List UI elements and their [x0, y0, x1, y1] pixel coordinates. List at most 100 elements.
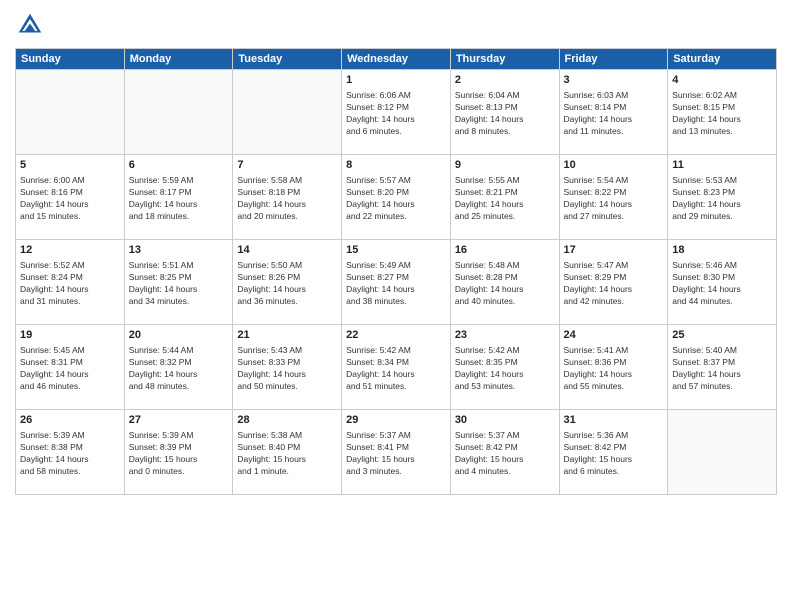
- day-number: 16: [455, 243, 555, 258]
- calendar-cell: 20 Sunrise: 5:44 AM Sunset: 8:32 PM Dayli…: [124, 325, 233, 410]
- calendar-cell: 8 Sunrise: 5:57 AM Sunset: 8:20 PM Daylig…: [342, 155, 451, 240]
- day-info: Sunrise: 5:57 AM Sunset: 8:20 PM Dayligh…: [346, 175, 446, 223]
- weekday-header-row: SundayMondayTuesdayWednesdayThursdayFrid…: [16, 49, 777, 70]
- day-info: Sunrise: 5:54 AM Sunset: 8:22 PM Dayligh…: [564, 175, 664, 223]
- calendar-cell: 19Sunrise: 5:45 AM Sunset: 8:31 PM Dayli…: [16, 325, 125, 410]
- day-info: Sunrise: 5:42 AM Sunset: 8:34 PM Dayligh…: [346, 345, 446, 393]
- calendar: SundayMondayTuesdayWednesdayThursdayFrid…: [15, 48, 777, 495]
- day-info: Sunrise: 5:36 AM Sunset: 8:42 PM Dayligh…: [564, 430, 664, 478]
- day-number: 26: [20, 413, 120, 428]
- day-info: Sunrise: 5:37 AM Sunset: 8:41 PM Dayligh…: [346, 430, 446, 478]
- day-info: Sunrise: 5:42 AM Sunset: 8:35 PM Dayligh…: [455, 345, 555, 393]
- calendar-cell: 4Sunrise: 6:02 AM Sunset: 8:15 PM Daylig…: [668, 70, 777, 155]
- day-number: 25: [672, 328, 772, 343]
- day-number: 20: [129, 328, 229, 343]
- calendar-week-5: 26 Sunrise: 5:39 AM Sunset: 8:38 PM Dayli…: [16, 410, 777, 495]
- day-info: Sunrise: 5:58 AM Sunset: 8:18 PM Dayligh…: [237, 175, 337, 223]
- day-number: 23: [455, 328, 555, 343]
- day-info: Sunrise: 5:46 AM Sunset: 8:30 PM Dayligh…: [672, 260, 772, 308]
- day-info: Sunrise: 5:48 AM Sunset: 8:28 PM Dayligh…: [455, 260, 555, 308]
- day-info: Sunrise: 6:02 AM Sunset: 8:15 PM Dayligh…: [672, 90, 772, 138]
- calendar-week-2: 5 Sunrise: 6:00 AM Sunset: 8:16 PM Daylig…: [16, 155, 777, 240]
- day-info: Sunrise: 5:55 AM Sunset: 8:21 PM Dayligh…: [455, 175, 555, 223]
- day-number: 31: [564, 413, 664, 428]
- calendar-cell: 1 Sunrise: 6:06 AM Sunset: 8:12 PM Daylig…: [342, 70, 451, 155]
- weekday-header-tuesday: Tuesday: [233, 49, 342, 70]
- day-number: 18: [672, 243, 772, 258]
- day-number: 29: [346, 413, 446, 428]
- page: SundayMondayTuesdayWednesdayThursdayFrid…: [0, 0, 792, 612]
- day-number: 21: [237, 328, 337, 343]
- calendar-cell: [124, 70, 233, 155]
- day-info: Sunrise: 5:53 AM Sunset: 8:23 PM Dayligh…: [672, 175, 772, 223]
- weekday-header-thursday: Thursday: [450, 49, 559, 70]
- calendar-cell: 25Sunrise: 5:40 AM Sunset: 8:37 PM Dayli…: [668, 325, 777, 410]
- logo-icon: [15, 10, 45, 40]
- calendar-cell: 10 Sunrise: 5:54 AM Sunset: 8:22 PM Dayli…: [559, 155, 668, 240]
- calendar-cell: 26 Sunrise: 5:39 AM Sunset: 8:38 PM Dayli…: [16, 410, 125, 495]
- weekday-header-saturday: Saturday: [668, 49, 777, 70]
- day-number: 30: [455, 413, 555, 428]
- weekday-header-friday: Friday: [559, 49, 668, 70]
- day-number: 6: [129, 158, 229, 173]
- weekday-header-wednesday: Wednesday: [342, 49, 451, 70]
- day-number: 3: [564, 73, 664, 88]
- calendar-cell: 24Sunrise: 5:41 AM Sunset: 8:36 PM Dayli…: [559, 325, 668, 410]
- calendar-cell: 12 Sunrise: 5:52 AM Sunset: 8:24 PM Dayli…: [16, 240, 125, 325]
- calendar-cell: 2Sunrise: 6:04 AM Sunset: 8:13 PM Daylig…: [450, 70, 559, 155]
- day-info: Sunrise: 5:50 AM Sunset: 8:26 PM Dayligh…: [237, 260, 337, 308]
- day-info: Sunrise: 6:03 AM Sunset: 8:14 PM Dayligh…: [564, 90, 664, 138]
- calendar-week-1: 1 Sunrise: 6:06 AM Sunset: 8:12 PM Daylig…: [16, 70, 777, 155]
- calendar-cell: 3 Sunrise: 6:03 AM Sunset: 8:14 PM Daylig…: [559, 70, 668, 155]
- calendar-cell: 22 Sunrise: 5:42 AM Sunset: 8:34 PM Dayli…: [342, 325, 451, 410]
- day-number: 10: [564, 158, 664, 173]
- calendar-cell: [668, 410, 777, 495]
- calendar-cell: 13Sunrise: 5:51 AM Sunset: 8:25 PM Dayli…: [124, 240, 233, 325]
- calendar-cell: 28 Sunrise: 5:38 AM Sunset: 8:40 PM Dayli…: [233, 410, 342, 495]
- day-number: 5: [20, 158, 120, 173]
- weekday-header-sunday: Sunday: [16, 49, 125, 70]
- calendar-cell: 15 Sunrise: 5:49 AM Sunset: 8:27 PM Dayli…: [342, 240, 451, 325]
- calendar-cell: [16, 70, 125, 155]
- calendar-cell: 17 Sunrise: 5:47 AM Sunset: 8:29 PM Dayli…: [559, 240, 668, 325]
- logo: [15, 10, 49, 40]
- day-info: Sunrise: 5:37 AM Sunset: 8:42 PM Dayligh…: [455, 430, 555, 478]
- header: [15, 10, 777, 40]
- day-number: 17: [564, 243, 664, 258]
- day-number: 1: [346, 73, 446, 88]
- day-number: 15: [346, 243, 446, 258]
- day-number: 28: [237, 413, 337, 428]
- calendar-cell: 21 Sunrise: 5:43 AM Sunset: 8:33 PM Dayli…: [233, 325, 342, 410]
- calendar-cell: 7 Sunrise: 5:58 AM Sunset: 8:18 PM Daylig…: [233, 155, 342, 240]
- calendar-cell: 30 Sunrise: 5:37 AM Sunset: 8:42 PM Dayli…: [450, 410, 559, 495]
- day-number: 8: [346, 158, 446, 173]
- day-info: Sunrise: 5:43 AM Sunset: 8:33 PM Dayligh…: [237, 345, 337, 393]
- calendar-cell: 5 Sunrise: 6:00 AM Sunset: 8:16 PM Daylig…: [16, 155, 125, 240]
- day-info: Sunrise: 5:44 AM Sunset: 8:32 PM Dayligh…: [129, 345, 229, 393]
- calendar-cell: 6 Sunrise: 5:59 AM Sunset: 8:17 PM Daylig…: [124, 155, 233, 240]
- day-number: 13: [129, 243, 229, 258]
- calendar-cell: 23 Sunrise: 5:42 AM Sunset: 8:35 PM Dayli…: [450, 325, 559, 410]
- day-info: Sunrise: 6:06 AM Sunset: 8:12 PM Dayligh…: [346, 90, 446, 138]
- calendar-cell: 9 Sunrise: 5:55 AM Sunset: 8:21 PM Daylig…: [450, 155, 559, 240]
- day-info: Sunrise: 5:49 AM Sunset: 8:27 PM Dayligh…: [346, 260, 446, 308]
- calendar-week-3: 12 Sunrise: 5:52 AM Sunset: 8:24 PM Dayli…: [16, 240, 777, 325]
- calendar-cell: 31 Sunrise: 5:36 AM Sunset: 8:42 PM Dayli…: [559, 410, 668, 495]
- day-number: 14: [237, 243, 337, 258]
- day-number: 22: [346, 328, 446, 343]
- day-info: Sunrise: 5:52 AM Sunset: 8:24 PM Dayligh…: [20, 260, 120, 308]
- day-info: Sunrise: 5:38 AM Sunset: 8:40 PM Dayligh…: [237, 430, 337, 478]
- day-info: Sunrise: 5:59 AM Sunset: 8:17 PM Dayligh…: [129, 175, 229, 223]
- day-info: Sunrise: 6:00 AM Sunset: 8:16 PM Dayligh…: [20, 175, 120, 223]
- day-number: 12: [20, 243, 120, 258]
- day-info: Sunrise: 5:47 AM Sunset: 8:29 PM Dayligh…: [564, 260, 664, 308]
- day-info: Sunrise: 5:39 AM Sunset: 8:39 PM Dayligh…: [129, 430, 229, 478]
- day-number: 7: [237, 158, 337, 173]
- calendar-cell: 14 Sunrise: 5:50 AM Sunset: 8:26 PM Dayli…: [233, 240, 342, 325]
- day-info: Sunrise: 5:45 AM Sunset: 8:31 PM Dayligh…: [20, 345, 120, 393]
- calendar-cell: 27Sunrise: 5:39 AM Sunset: 8:39 PM Dayli…: [124, 410, 233, 495]
- day-number: 11: [672, 158, 772, 173]
- calendar-cell: 18 Sunrise: 5:46 AM Sunset: 8:30 PM Dayli…: [668, 240, 777, 325]
- day-info: Sunrise: 5:39 AM Sunset: 8:38 PM Dayligh…: [20, 430, 120, 478]
- day-number: 9: [455, 158, 555, 173]
